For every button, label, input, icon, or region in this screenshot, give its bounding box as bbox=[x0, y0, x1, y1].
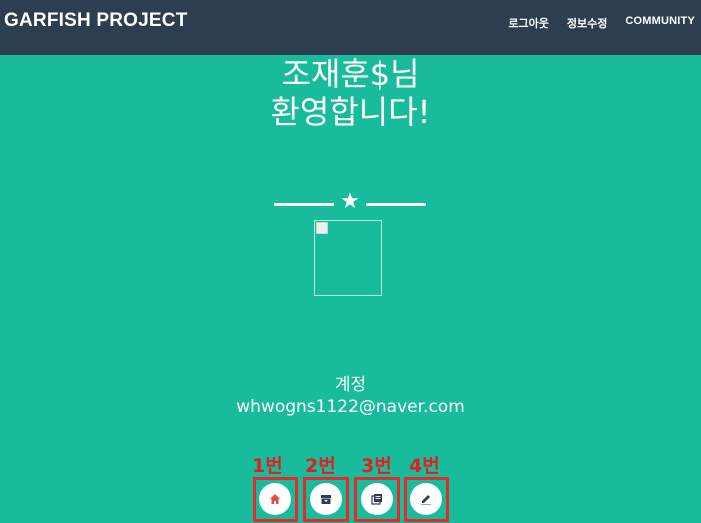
welcome-user-name: 조재훈$님 bbox=[281, 55, 420, 93]
nav-edit-profile-link[interactable]: 정보수정 bbox=[567, 15, 607, 31]
annotation-label-3: 3번 bbox=[361, 455, 392, 477]
book-icon bbox=[371, 494, 382, 505]
annotation-label-4: 4번 bbox=[409, 455, 440, 477]
annotation-label-1: 1번 bbox=[252, 455, 283, 477]
annotation-box-1 bbox=[253, 477, 298, 522]
annotation-box-4 bbox=[404, 477, 449, 522]
annotation-box-2 bbox=[303, 477, 349, 522]
welcome-heading: 조재훈$님 환영합니다! bbox=[0, 55, 701, 131]
divider-line-left bbox=[274, 203, 334, 206]
home-icon bbox=[270, 494, 280, 504]
account-email: whwogns1122@naver.com bbox=[236, 397, 465, 417]
annotation-label-2: 2번 bbox=[305, 455, 336, 477]
book-button[interactable] bbox=[361, 483, 393, 515]
top-navbar: GARFISH PROJECT 로그아웃 정보수정 COMMUNITY bbox=[0, 0, 701, 55]
nav-links: 로그아웃 정보수정 COMMUNITY bbox=[508, 15, 695, 31]
edit-icon bbox=[421, 495, 431, 505]
nav-logout-link[interactable]: 로그아웃 bbox=[508, 15, 548, 31]
divider-line-right bbox=[366, 203, 426, 206]
home-button[interactable] bbox=[259, 483, 291, 515]
nav-community-link[interactable]: COMMUNITY bbox=[625, 15, 695, 31]
annotation-box-3 bbox=[354, 477, 400, 522]
profile-image bbox=[314, 220, 382, 296]
account-label: 계정 bbox=[334, 375, 367, 395]
brand-logo[interactable]: GARFISH PROJECT bbox=[4, 10, 188, 32]
edit-button[interactable] bbox=[410, 483, 442, 515]
star-divider: ★ bbox=[274, 189, 426, 214]
welcome-message: 환영합니다! bbox=[270, 93, 431, 131]
archive-button[interactable] bbox=[310, 483, 342, 515]
broken-image-icon bbox=[316, 222, 328, 234]
star-icon: ★ bbox=[340, 189, 360, 214]
archive-icon bbox=[321, 495, 331, 504]
